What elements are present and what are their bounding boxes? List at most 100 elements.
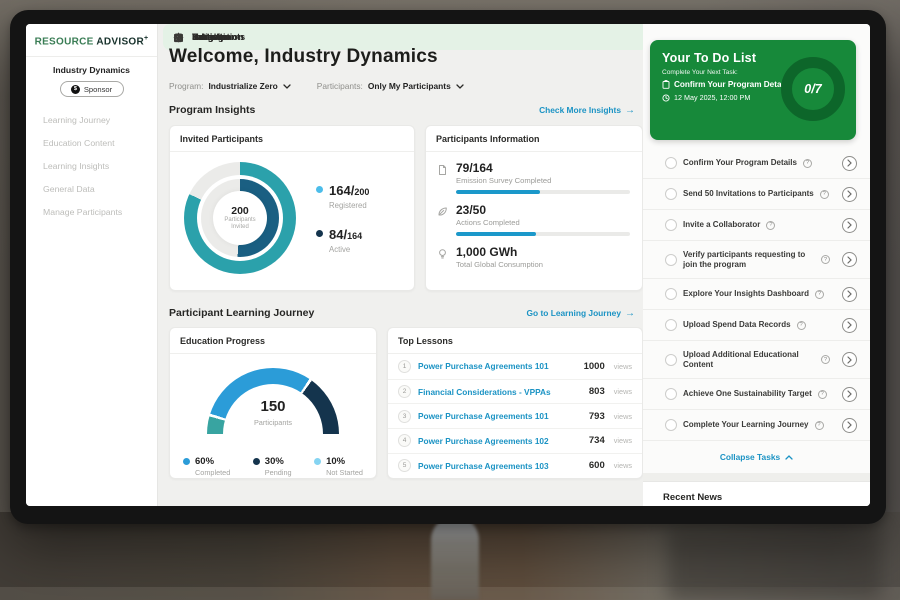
sidebar-nav: Home Insights Education Learning Journey… — [26, 108, 157, 223]
lesson-row: 4 Power Purchase Agreements 102 734 view… — [388, 428, 642, 453]
participants-dropdown-value: Only My Participants — [368, 81, 451, 91]
clock-icon — [662, 94, 670, 102]
task-checkbox[interactable] — [665, 188, 677, 200]
task-chevron-button[interactable] — [842, 318, 857, 333]
task-row: Invite a Collaborator ? — [643, 210, 870, 241]
lesson-link[interactable]: Power Purchase Agreements 103 — [418, 461, 549, 471]
legend-completed: 60% Completed — [183, 456, 230, 477]
todo-counter: 0/7 — [804, 82, 821, 96]
program-dropdown-label: Program: — [169, 81, 203, 91]
sidebar-item-label: Learning Journey — [43, 115, 110, 125]
task-chevron-button[interactable] — [842, 218, 857, 233]
lesson-rank-badge: 2 — [398, 385, 411, 398]
card-title: Top Lessons — [388, 328, 642, 354]
sidebar-item-education-content[interactable]: Education Content — [26, 131, 157, 154]
info-icon[interactable]: ? — [815, 290, 824, 299]
arrow-right-icon: → — [625, 308, 635, 319]
info-icon[interactable]: ? — [803, 159, 812, 168]
task-chevron-button[interactable] — [842, 418, 857, 433]
info-icon[interactable]: ? — [766, 221, 775, 230]
progress-bar — [456, 232, 630, 236]
lesson-row: 1 Power Purchase Agreements 101 1000 vie… — [388, 354, 642, 379]
program-dropdown[interactable]: Program: Industrialize Zero — [169, 81, 291, 91]
task-chevron-button[interactable] — [842, 187, 857, 202]
app-logo: RESOURCE ADVISOR+ — [26, 24, 157, 47]
task-checkbox[interactable] — [665, 319, 677, 331]
card-title: Education Progress — [170, 328, 376, 354]
task-chevron-button[interactable] — [842, 156, 857, 171]
sponsor-label: Sponsor — [84, 85, 112, 94]
link-label: Check More Insights — [539, 105, 621, 115]
logo-primary: RESOURCE — [35, 36, 94, 47]
task-checkbox[interactable] — [665, 219, 677, 231]
lesson-link[interactable]: Financial Considerations - VPPAs — [418, 387, 551, 397]
gauge-center-value: 150 — [207, 398, 339, 415]
sidebar-item-label: Manage Participants — [43, 207, 122, 217]
task-chevron-button[interactable] — [842, 352, 857, 367]
sidebar-item-label: Education Content — [43, 138, 114, 148]
chevron-down-icon — [283, 84, 291, 89]
check-more-insights-link[interactable]: Check More Insights → — [539, 105, 635, 116]
donut-legend: 164/200 Registered 84/164 Active — [316, 182, 369, 254]
task-chevron-button[interactable] — [842, 287, 857, 302]
monitor-bezel: RESOURCE ADVISOR+ Industry Dynamics $ Sp… — [10, 10, 886, 524]
todo-panel: Your To Do List Complete Your Next Task:… — [650, 40, 856, 140]
info-icon[interactable]: ? — [820, 190, 829, 199]
task-row: Upload Additional Educational Content ? — [643, 341, 870, 379]
sidebar: RESOURCE ADVISOR+ Industry Dynamics $ Sp… — [26, 24, 158, 506]
page-title: Welcome, Industry Dynamics — [169, 46, 438, 68]
legend-active: 84/164 Active — [316, 226, 369, 254]
filter-bar: Program: Industrialize Zero Participants… — [169, 81, 464, 91]
task-row: Confirm Your Program Details ? — [643, 148, 870, 179]
actions-completed-row: 23/50 Actions Completed — [436, 203, 630, 236]
sidebar-item-learning-journey[interactable]: Learning Journey — [26, 108, 157, 131]
todo-column: Your To Do List Complete Your Next Task:… — [643, 24, 870, 506]
legend-dot — [316, 186, 323, 193]
info-icon[interactable]: ? — [818, 390, 827, 399]
todo-next-task: Confirm Your Program Details — [662, 80, 792, 89]
legend-dot — [183, 458, 190, 465]
task-checkbox[interactable] — [665, 354, 677, 366]
info-icon[interactable]: ? — [821, 255, 830, 264]
task-checkbox[interactable] — [665, 388, 677, 400]
program-insights-heading: Program Insights — [169, 104, 255, 116]
task-row: Complete Your Learning Journey ? — [643, 410, 870, 441]
education-progress-card: Education Progress 150 Participants — [169, 327, 377, 479]
task-checkbox[interactable] — [665, 419, 677, 431]
legend-pending: 30% Pending — [253, 456, 292, 477]
sidebar-item-manage-participants[interactable]: Manage Participants — [26, 200, 157, 223]
recent-news-heading: Recent News — [643, 482, 870, 503]
sponsor-icon: $ — [71, 85, 80, 94]
consumption-row: 1,000 GWh Total Global Consumption — [436, 245, 630, 269]
lesson-row: 3 Power Purchase Agreements 101 793 view… — [388, 403, 642, 428]
arrow-right-icon: → — [625, 105, 635, 116]
clipboard-icon — [662, 80, 670, 89]
survey-icon — [436, 164, 449, 194]
lesson-link[interactable]: Power Purchase Agreements 101 — [418, 361, 549, 371]
task-row: Verify participants requesting to join t… — [643, 241, 870, 279]
sidebar-item-general-data[interactable]: General Data — [26, 177, 157, 200]
collapse-tasks-link[interactable]: Collapse Tasks — [643, 445, 870, 469]
lesson-row: 2 Financial Considerations - VPPAs 803 v… — [388, 379, 642, 404]
go-to-learning-journey-link[interactable]: Go to Learning Journey → — [527, 308, 635, 319]
organization-name: Industry Dynamics — [26, 65, 157, 75]
donut-center-label: 200 Participants Invited — [184, 162, 296, 274]
lesson-link[interactable]: Power Purchase Agreements 102 — [418, 436, 549, 446]
sponsor-badge: $ Sponsor — [60, 81, 124, 97]
task-chevron-button[interactable] — [842, 252, 857, 267]
card-title: Invited Participants — [170, 126, 414, 152]
lesson-link[interactable]: Power Purchase Agreements 101 — [418, 411, 549, 421]
main-content: Welcome, Industry Dynamics Program: Indu… — [158, 24, 643, 506]
sidebar-item-learning-insights[interactable]: Learning Insights — [26, 154, 157, 177]
task-chevron-button[interactable] — [842, 387, 857, 402]
info-icon[interactable]: ? — [797, 321, 806, 330]
todo-due-date: 12 May 2025, 12:00 PM — [662, 93, 792, 102]
task-checkbox[interactable] — [665, 157, 677, 169]
info-icon[interactable]: ? — [815, 421, 824, 430]
info-icon[interactable]: ? — [821, 355, 830, 364]
task-checkbox[interactable] — [665, 288, 677, 300]
logo-plus: + — [144, 35, 148, 42]
task-checkbox[interactable] — [665, 254, 677, 266]
participants-dropdown[interactable]: Participants: Only My Participants — [317, 81, 464, 91]
progress-bar — [456, 190, 630, 194]
